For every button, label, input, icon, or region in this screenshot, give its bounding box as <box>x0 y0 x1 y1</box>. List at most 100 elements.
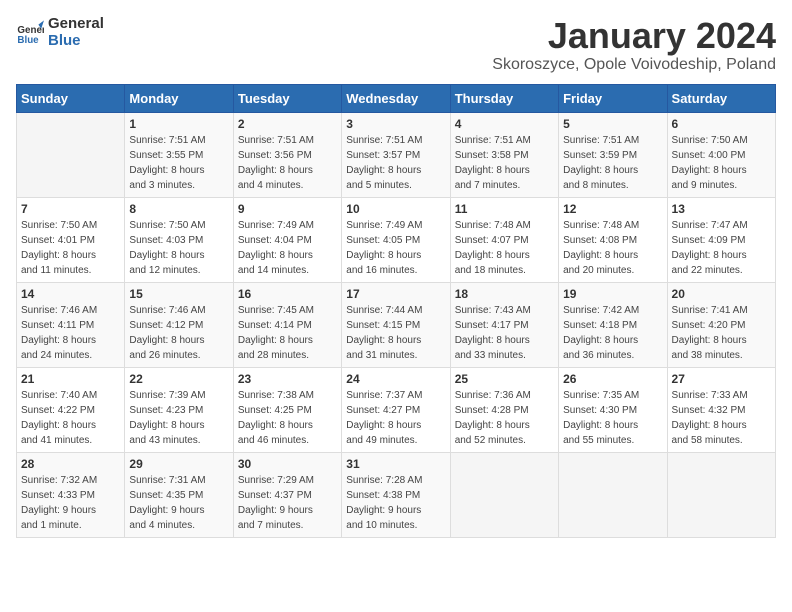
day-info: Sunrise: 7:38 AM Sunset: 4:25 PM Dayligh… <box>238 388 337 448</box>
logo-general: General <box>48 15 104 32</box>
calendar-cell: 28 Sunrise: 7:32 AM Sunset: 4:33 PM Dayli… <box>17 452 125 537</box>
day-info: Sunrise: 7:31 AM Sunset: 4:35 PM Dayligh… <box>129 473 228 533</box>
day-info: Sunrise: 7:41 AM Sunset: 4:20 PM Dayligh… <box>672 303 771 363</box>
day-number: 29 <box>129 457 228 471</box>
day-number: 15 <box>129 287 228 301</box>
day-info: Sunrise: 7:29 AM Sunset: 4:37 PM Dayligh… <box>238 473 337 533</box>
calendar-cell: 3Sunrise: 7:51 AM Sunset: 3:57 PM Daylig… <box>342 112 450 197</box>
calendar-table: SundayMondayTuesdayWednesdayThursdayFrid… <box>16 84 776 538</box>
calendar-cell: 4 Sunrise: 7:51 AM Sunset: 3:58 PM Daylig… <box>450 112 558 197</box>
dow-thursday: Thursday <box>450 84 558 112</box>
day-number: 5 <box>563 117 662 131</box>
day-info: Sunrise: 7:46 AM Sunset: 4:12 PM Dayligh… <box>129 303 228 363</box>
day-number: 6 <box>672 117 771 131</box>
calendar-cell: 30 Sunrise: 7:29 AM Sunset: 4:37 PM Dayli… <box>233 452 341 537</box>
day-of-week-header-row: SundayMondayTuesdayWednesdayThursdayFrid… <box>17 84 776 112</box>
day-number: 10 <box>346 202 445 216</box>
calendar-cell: 15 Sunrise: 7:46 AM Sunset: 4:12 PM Dayli… <box>125 282 233 367</box>
calendar-cell: 22 Sunrise: 7:39 AM Sunset: 4:23 PM Dayli… <box>125 367 233 452</box>
week-row-2: 14Sunrise: 7:46 AM Sunset: 4:11 PM Dayli… <box>17 282 776 367</box>
calendar-cell: 9 Sunrise: 7:49 AM Sunset: 4:04 PM Daylig… <box>233 197 341 282</box>
day-number: 21 <box>21 372 120 386</box>
day-number: 9 <box>238 202 337 216</box>
calendar-cell <box>667 452 775 537</box>
day-number: 1 <box>129 117 228 131</box>
day-info: Sunrise: 7:33 AM Sunset: 4:32 PM Dayligh… <box>672 388 771 448</box>
calendar-cell: 18 Sunrise: 7:43 AM Sunset: 4:17 PM Dayli… <box>450 282 558 367</box>
day-number: 4 <box>455 117 554 131</box>
logo-icon: General Blue <box>16 19 44 47</box>
day-info: Sunrise: 7:51 AM Sunset: 3:57 PM Dayligh… <box>346 133 445 193</box>
day-number: 25 <box>455 372 554 386</box>
day-number: 27 <box>672 372 771 386</box>
dow-saturday: Saturday <box>667 84 775 112</box>
day-info: Sunrise: 7:51 AM Sunset: 3:59 PM Dayligh… <box>563 133 662 193</box>
calendar-cell: 13 Sunrise: 7:47 AM Sunset: 4:09 PM Dayli… <box>667 197 775 282</box>
week-row-0: 1 Sunrise: 7:51 AM Sunset: 3:55 PM Daylig… <box>17 112 776 197</box>
day-info: Sunrise: 7:37 AM Sunset: 4:27 PM Dayligh… <box>346 388 445 448</box>
calendar-cell: 11 Sunrise: 7:48 AM Sunset: 4:07 PM Dayli… <box>450 197 558 282</box>
day-info: Sunrise: 7:47 AM Sunset: 4:09 PM Dayligh… <box>672 218 771 278</box>
day-number: 20 <box>672 287 771 301</box>
day-info: Sunrise: 7:43 AM Sunset: 4:17 PM Dayligh… <box>455 303 554 363</box>
day-number: 26 <box>563 372 662 386</box>
dow-monday: Monday <box>125 84 233 112</box>
calendar-cell: 12Sunrise: 7:48 AM Sunset: 4:08 PM Dayli… <box>559 197 667 282</box>
day-info: Sunrise: 7:49 AM Sunset: 4:04 PM Dayligh… <box>238 218 337 278</box>
day-info: Sunrise: 7:42 AM Sunset: 4:18 PM Dayligh… <box>563 303 662 363</box>
day-info: Sunrise: 7:50 AM Sunset: 4:01 PM Dayligh… <box>21 218 120 278</box>
day-info: Sunrise: 7:48 AM Sunset: 4:07 PM Dayligh… <box>455 218 554 278</box>
day-number: 16 <box>238 287 337 301</box>
day-number: 28 <box>21 457 120 471</box>
logo: General Blue General Blue <box>16 16 104 49</box>
calendar-title: January 2024 <box>492 16 776 56</box>
day-info: Sunrise: 7:45 AM Sunset: 4:14 PM Dayligh… <box>238 303 337 363</box>
day-number: 13 <box>672 202 771 216</box>
day-number: 24 <box>346 372 445 386</box>
calendar-cell: 20 Sunrise: 7:41 AM Sunset: 4:20 PM Dayli… <box>667 282 775 367</box>
calendar-cell: 6 Sunrise: 7:50 AM Sunset: 4:00 PM Daylig… <box>667 112 775 197</box>
calendar-cell: 23 Sunrise: 7:38 AM Sunset: 4:25 PM Dayli… <box>233 367 341 452</box>
calendar-cell: 29 Sunrise: 7:31 AM Sunset: 4:35 PM Dayli… <box>125 452 233 537</box>
calendar-cell: 21 Sunrise: 7:40 AM Sunset: 4:22 PM Dayli… <box>17 367 125 452</box>
calendar-cell: 17Sunrise: 7:44 AM Sunset: 4:15 PM Dayli… <box>342 282 450 367</box>
dow-sunday: Sunday <box>17 84 125 112</box>
day-info: Sunrise: 7:32 AM Sunset: 4:33 PM Dayligh… <box>21 473 120 533</box>
day-number: 23 <box>238 372 337 386</box>
day-info: Sunrise: 7:50 AM Sunset: 4:03 PM Dayligh… <box>129 218 228 278</box>
day-number: 30 <box>238 457 337 471</box>
day-number: 7 <box>21 202 120 216</box>
calendar-cell: 2Sunrise: 7:51 AM Sunset: 3:56 PM Daylig… <box>233 112 341 197</box>
dow-wednesday: Wednesday <box>342 84 450 112</box>
day-number: 22 <box>129 372 228 386</box>
day-info: Sunrise: 7:51 AM Sunset: 3:55 PM Dayligh… <box>129 133 228 193</box>
calendar-cell <box>559 452 667 537</box>
calendar-cell: 25 Sunrise: 7:36 AM Sunset: 4:28 PM Dayli… <box>450 367 558 452</box>
calendar-cell: 27 Sunrise: 7:33 AM Sunset: 4:32 PM Dayli… <box>667 367 775 452</box>
calendar-cell: 5 Sunrise: 7:51 AM Sunset: 3:59 PM Daylig… <box>559 112 667 197</box>
day-info: Sunrise: 7:36 AM Sunset: 4:28 PM Dayligh… <box>455 388 554 448</box>
day-number: 18 <box>455 287 554 301</box>
calendar-cell: 31Sunrise: 7:28 AM Sunset: 4:38 PM Dayli… <box>342 452 450 537</box>
calendar-cell: 16 Sunrise: 7:45 AM Sunset: 4:14 PM Dayli… <box>233 282 341 367</box>
day-info: Sunrise: 7:50 AM Sunset: 4:00 PM Dayligh… <box>672 133 771 193</box>
day-number: 17 <box>346 287 445 301</box>
header: General Blue General Blue January 2024 S… <box>16 16 776 74</box>
calendar-cell: 24 Sunrise: 7:37 AM Sunset: 4:27 PM Dayli… <box>342 367 450 452</box>
day-info: Sunrise: 7:40 AM Sunset: 4:22 PM Dayligh… <box>21 388 120 448</box>
day-number: 2 <box>238 117 337 131</box>
calendar-cell: 1 Sunrise: 7:51 AM Sunset: 3:55 PM Daylig… <box>125 112 233 197</box>
day-info: Sunrise: 7:51 AM Sunset: 3:58 PM Dayligh… <box>455 133 554 193</box>
day-info: Sunrise: 7:35 AM Sunset: 4:30 PM Dayligh… <box>563 388 662 448</box>
dow-tuesday: Tuesday <box>233 84 341 112</box>
calendar-cell: 8 Sunrise: 7:50 AM Sunset: 4:03 PM Daylig… <box>125 197 233 282</box>
calendar-body: 1 Sunrise: 7:51 AM Sunset: 3:55 PM Daylig… <box>17 112 776 537</box>
day-number: 8 <box>129 202 228 216</box>
day-number: 11 <box>455 202 554 216</box>
day-number: 31 <box>346 457 445 471</box>
day-number: 19 <box>563 287 662 301</box>
day-info: Sunrise: 7:39 AM Sunset: 4:23 PM Dayligh… <box>129 388 228 448</box>
day-number: 12 <box>563 202 662 216</box>
day-number: 14 <box>21 287 120 301</box>
calendar-cell: 14Sunrise: 7:46 AM Sunset: 4:11 PM Dayli… <box>17 282 125 367</box>
